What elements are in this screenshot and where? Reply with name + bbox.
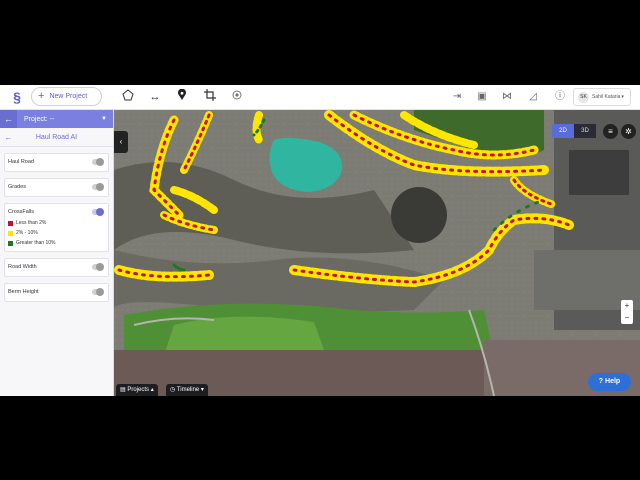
legend-swatch [8, 230, 13, 236]
layer-name: CrossFalls [8, 209, 34, 215]
stockpile [391, 187, 447, 243]
user-menu[interactable]: SK Sahil Kataria ▾ [573, 88, 631, 106]
annotate-icon[interactable]: ◿ [525, 89, 541, 105]
industrial-area [569, 150, 629, 195]
layer-toggle[interactable] [92, 263, 104, 271]
timeline-label: Timeline [176, 387, 200, 393]
project-selector[interactable]: ← Project: -- ▼ [0, 110, 113, 128]
layer-toggle[interactable] [92, 158, 104, 166]
section-title: Haul Road AI [35, 133, 78, 141]
layer-crossfalls[interactable]: CrossFalls Less than 2% 2% - 10% Greater… [4, 203, 109, 252]
help-label: Help [605, 378, 621, 385]
app-window: § + New Project ↔ ⇥ ▣ ⋈ ◿ ⓘ SK Sahil Kat… [0, 85, 640, 396]
layer-name: Grades [8, 184, 27, 190]
target-icon[interactable] [229, 89, 245, 105]
back-arrow-icon[interactable]: ← [0, 133, 17, 142]
legend-label: Greater than 10% [16, 240, 56, 246]
layer-name: Haul Road [8, 159, 34, 165]
new-project-label: New Project [49, 93, 88, 100]
view-3d-button[interactable]: 3D [574, 124, 596, 138]
screenshot-icon[interactable]: ▣ [474, 89, 490, 105]
collapse-sidebar-button[interactable]: ‹ [114, 131, 128, 153]
layer-grades[interactable]: Grades [4, 178, 109, 197]
view-mode-toggle: 2D 3D [552, 124, 596, 138]
sidebar: ← Project: -- ▼ ← Haul Road AI Haul Road… [0, 110, 114, 396]
chevron-up-icon: ▴ [149, 387, 154, 393]
polygon-icon[interactable] [120, 89, 136, 105]
layer-name: Berm Height [8, 289, 39, 295]
layer-toggle[interactable] [92, 183, 104, 191]
zoom-in-button[interactable]: + [621, 300, 633, 312]
pin-icon[interactable] [174, 88, 190, 105]
zoom-out-button[interactable]: − [621, 312, 633, 324]
legend-label: Less than 2% [16, 220, 47, 226]
legend-swatch [8, 220, 13, 226]
info-icon[interactable]: ⓘ [552, 89, 568, 105]
legend-item: Less than 2% [8, 220, 46, 226]
layer-name: Road Width [8, 264, 37, 270]
layer-toggle[interactable] [92, 288, 104, 296]
legend-swatch [8, 240, 13, 246]
green-field [164, 316, 324, 355]
top-bar: § + New Project ↔ ⇥ ▣ ⋈ ◿ ⓘ SK Sahil Kat… [0, 85, 640, 110]
layer-road-width[interactable]: Road Width [4, 258, 109, 277]
measure-icon[interactable]: ↔ [147, 89, 163, 105]
chevron-down-icon: ▼ [101, 116, 107, 122]
projects-tab[interactable]: ▤ Projects ▴ [116, 384, 158, 396]
clock-icon: ◷ [170, 387, 177, 393]
legend-item: 2% - 10% [8, 230, 38, 236]
crop-icon[interactable] [202, 89, 218, 105]
avatar: SK [578, 91, 589, 103]
section-header: ← Haul Road AI [0, 128, 113, 147]
legend-item: Greater than 10% [8, 240, 55, 246]
new-project-button[interactable]: + New Project [31, 87, 102, 106]
layer-berm-height[interactable]: Berm Height [4, 283, 109, 302]
project-label: Project: -- [24, 115, 55, 123]
view-2d-button[interactable]: 2D [552, 124, 574, 138]
legend-label: 2% - 10% [16, 230, 38, 236]
plus-icon: + [38, 90, 45, 102]
user-name: Sahil Kataria [592, 94, 621, 100]
chevron-down-icon: ▾ [621, 94, 624, 100]
back-arrow-icon[interactable]: ← [0, 110, 17, 128]
map-viewport[interactable] [114, 110, 640, 396]
chevron-down-icon: ▾ [199, 387, 204, 393]
zoom-control: + − [621, 300, 633, 324]
app-logo-icon[interactable]: § [9, 88, 25, 106]
export-icon[interactable]: ⇥ [449, 89, 465, 105]
layers-icon[interactable]: ≡ [603, 124, 618, 139]
timeline-tab[interactable]: ◷ Timeline ▾ [166, 384, 208, 396]
share-icon[interactable]: ⋈ [499, 89, 515, 105]
layer-haul-road[interactable]: Haul Road [4, 153, 109, 172]
compass-icon[interactable]: ✲ [621, 124, 636, 139]
projects-label: Projects [127, 387, 150, 393]
aerial-map[interactable] [114, 110, 640, 396]
layer-toggle[interactable] [92, 208, 104, 216]
help-button[interactable]: ? Help [588, 373, 631, 391]
